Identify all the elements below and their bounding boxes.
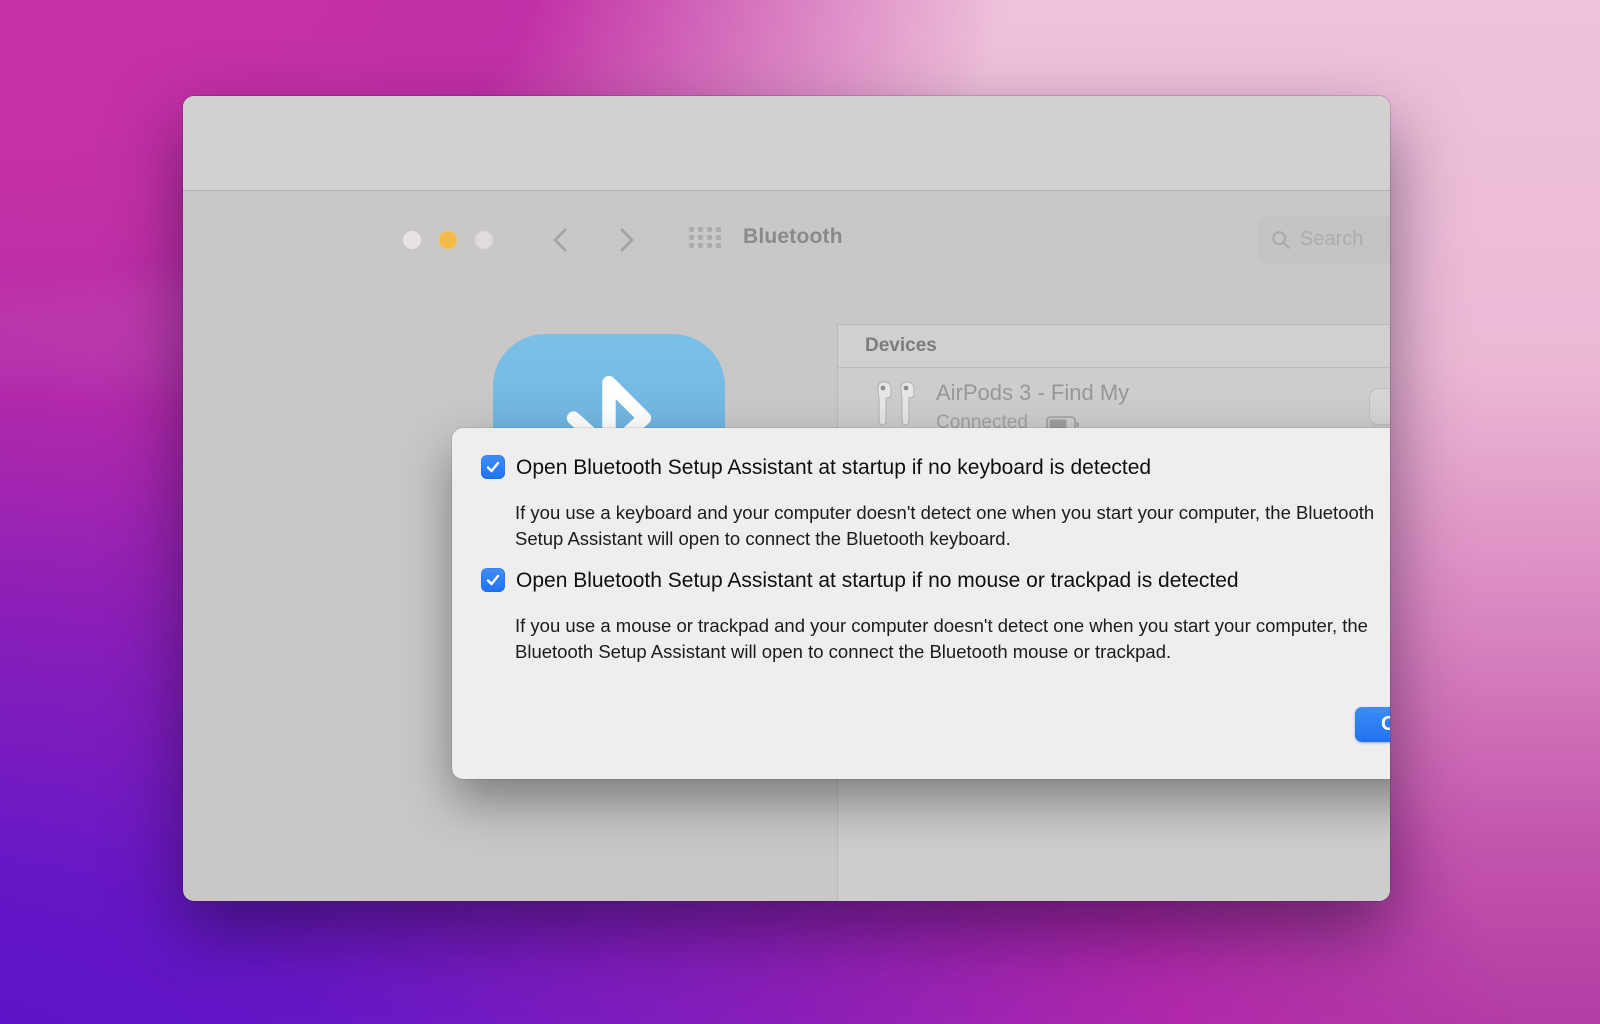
checkmark-icon: [486, 461, 500, 473]
keyboard-option-description: If you use a keyboard and your computer …: [515, 502, 1375, 549]
devices-header-label: Devices: [865, 335, 937, 356]
ok-button[interactable]: OK: [1355, 707, 1390, 742]
devices-header: Devices: [838, 325, 1390, 368]
mouse-option-description: If you use a mouse or trackpad and your …: [515, 615, 1368, 662]
keyboard-option-checkbox[interactable]: [481, 455, 505, 479]
toolbar: Bluetooth: [183, 96, 1390, 263]
ok-button-label: OK: [1381, 713, 1390, 735]
device-name: AirPods 3 - Find My: [936, 380, 1130, 405]
checkmark-icon: [486, 574, 500, 586]
mouse-option-checkbox[interactable]: [481, 568, 505, 592]
mouse-option-row: Open Bluetooth Setup Assistant at startu…: [481, 568, 1239, 593]
options-button[interactable]: Options: [1369, 388, 1390, 425]
system-preferences-window: Bluetooth Devices: [183, 96, 1390, 901]
keyboard-option-row: Open Bluetooth Setup Assistant at startu…: [481, 455, 1151, 480]
airpods-icon: [877, 381, 915, 426]
keyboard-option-label: Open Bluetooth Setup Assistant at startu…: [516, 456, 1152, 479]
mouse-option-label: Open Bluetooth Setup Assistant at startu…: [516, 569, 1239, 592]
bluetooth-setup-assistant-sheet: Open Bluetooth Setup Assistant at startu…: [452, 428, 1390, 779]
